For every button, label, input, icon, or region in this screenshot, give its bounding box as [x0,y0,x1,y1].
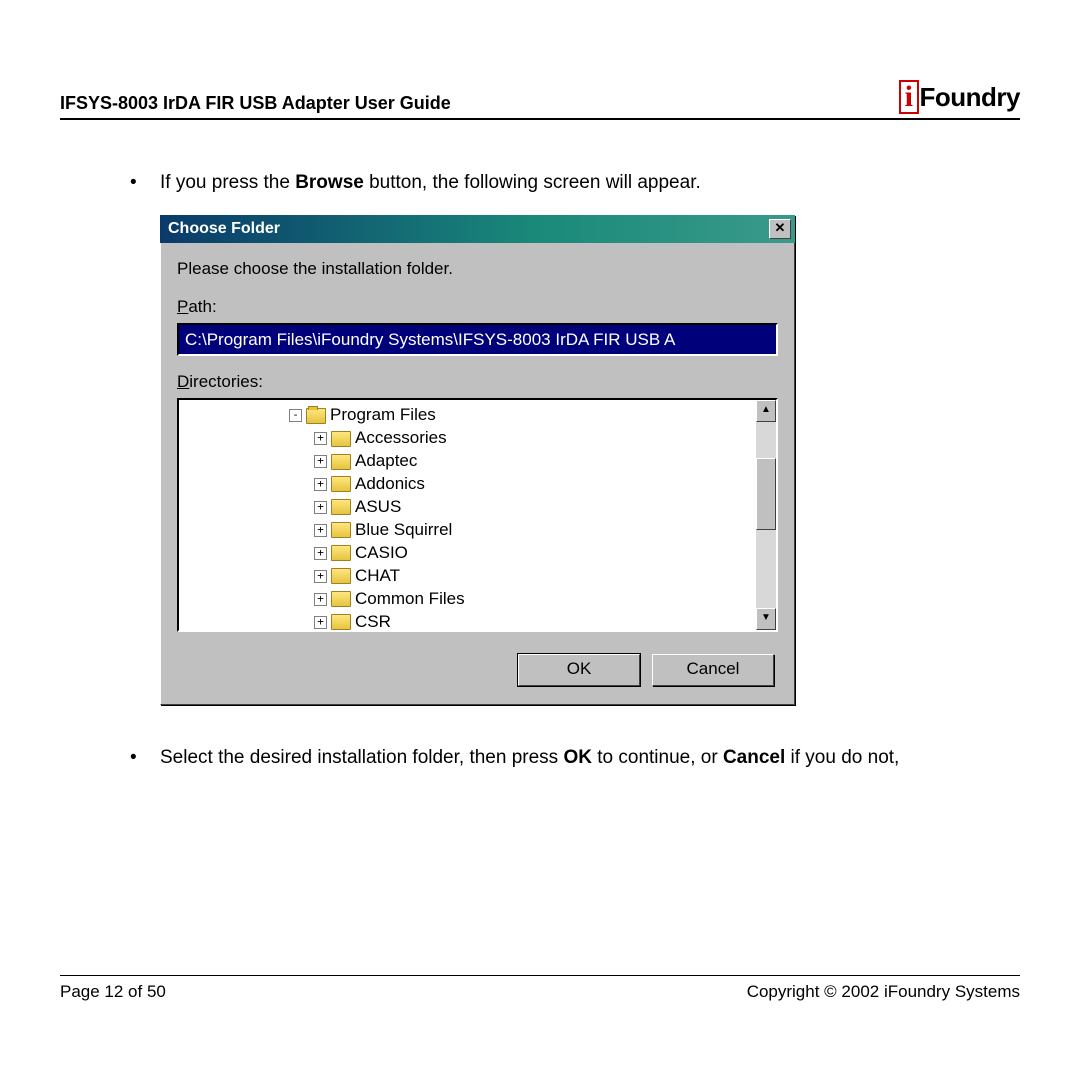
expand-icon[interactable]: + [314,593,327,606]
ok-button[interactable]: OK [518,654,640,686]
path-label: Path: [177,295,778,319]
scroll-down-icon[interactable]: ▼ [756,608,776,630]
bullet-icon: • [130,745,160,772]
folder-icon [331,568,351,584]
scrollbar[interactable]: ▲ ▼ [756,400,776,630]
cancel-button[interactable]: Cancel [652,654,774,686]
expand-icon[interactable]: + [314,455,327,468]
folder-icon [331,431,351,447]
dialog-instruction: Please choose the installation folder. [177,257,778,281]
tree-item[interactable]: +CSR [179,611,756,631]
logo-text: Foundry [920,82,1021,112]
expand-icon[interactable]: + [314,547,327,560]
directory-tree[interactable]: - Program Files +Accessories +Adaptec +A… [179,400,756,630]
expand-icon[interactable]: + [314,478,327,491]
content: • If you press the Browse button, the fo… [60,170,1020,772]
folder-icon [331,476,351,492]
bullet-icon: • [130,170,160,197]
tree-root[interactable]: - Program Files [179,404,756,427]
expand-icon[interactable]: + [314,501,327,514]
dialog-titlebar[interactable]: Choose Folder ✕ [160,215,795,243]
directories-label: Directories: [177,370,778,394]
page-footer: Page 12 of 50 Copyright © 2002 iFoundry … [60,975,1020,1002]
directory-tree-container: - Program Files +Accessories +Adaptec +A… [177,398,778,632]
tree-item[interactable]: +Blue Squirrel [179,519,756,542]
scroll-up-icon[interactable]: ▲ [756,400,776,422]
tree-item[interactable]: +Addonics [179,473,756,496]
dialog-title: Choose Folder [168,218,280,240]
scroll-track[interactable] [756,422,776,608]
folder-icon [331,522,351,538]
expand-icon[interactable]: + [314,616,327,629]
logo-i: i [899,80,919,114]
path-input[interactable]: C:\Program Files\iFoundry Systems\IFSYS-… [177,323,778,357]
guide-title: IFSYS-8003 IrDA FIR USB Adapter User Gui… [60,93,451,114]
folder-icon [331,499,351,515]
tree-item[interactable]: +ASUS [179,496,756,519]
tree-item[interactable]: +Accessories [179,427,756,450]
folder-icon [331,454,351,470]
folder-open-icon [306,408,326,424]
bullet-2: • Select the desired installation folder… [130,745,1020,772]
dialog-buttons: OK Cancel [177,654,778,686]
logo: iFoundry [899,80,1020,114]
bullet-1: • If you press the Browse button, the fo… [130,170,1020,197]
choose-folder-dialog: Choose Folder ✕ Please choose the instal… [160,215,795,706]
copyright: Copyright © 2002 iFoundry Systems [747,982,1020,1002]
scroll-thumb[interactable] [756,458,776,530]
close-icon[interactable]: ✕ [769,219,791,239]
folder-icon [331,545,351,561]
folder-icon [331,591,351,607]
page-header: IFSYS-8003 IrDA FIR USB Adapter User Gui… [60,80,1020,120]
collapse-icon[interactable]: - [289,409,302,422]
folder-icon [331,614,351,630]
expand-icon[interactable]: + [314,524,327,537]
tree-item[interactable]: +CASIO [179,542,756,565]
tree-item[interactable]: +Adaptec [179,450,756,473]
tree-item[interactable]: +Common Files [179,588,756,611]
expand-icon[interactable]: + [314,432,327,445]
tree-item[interactable]: +CHAT [179,565,756,588]
expand-icon[interactable]: + [314,570,327,583]
page-number: Page 12 of 50 [60,982,166,1002]
dialog-body: Please choose the installation folder. P… [160,243,795,705]
